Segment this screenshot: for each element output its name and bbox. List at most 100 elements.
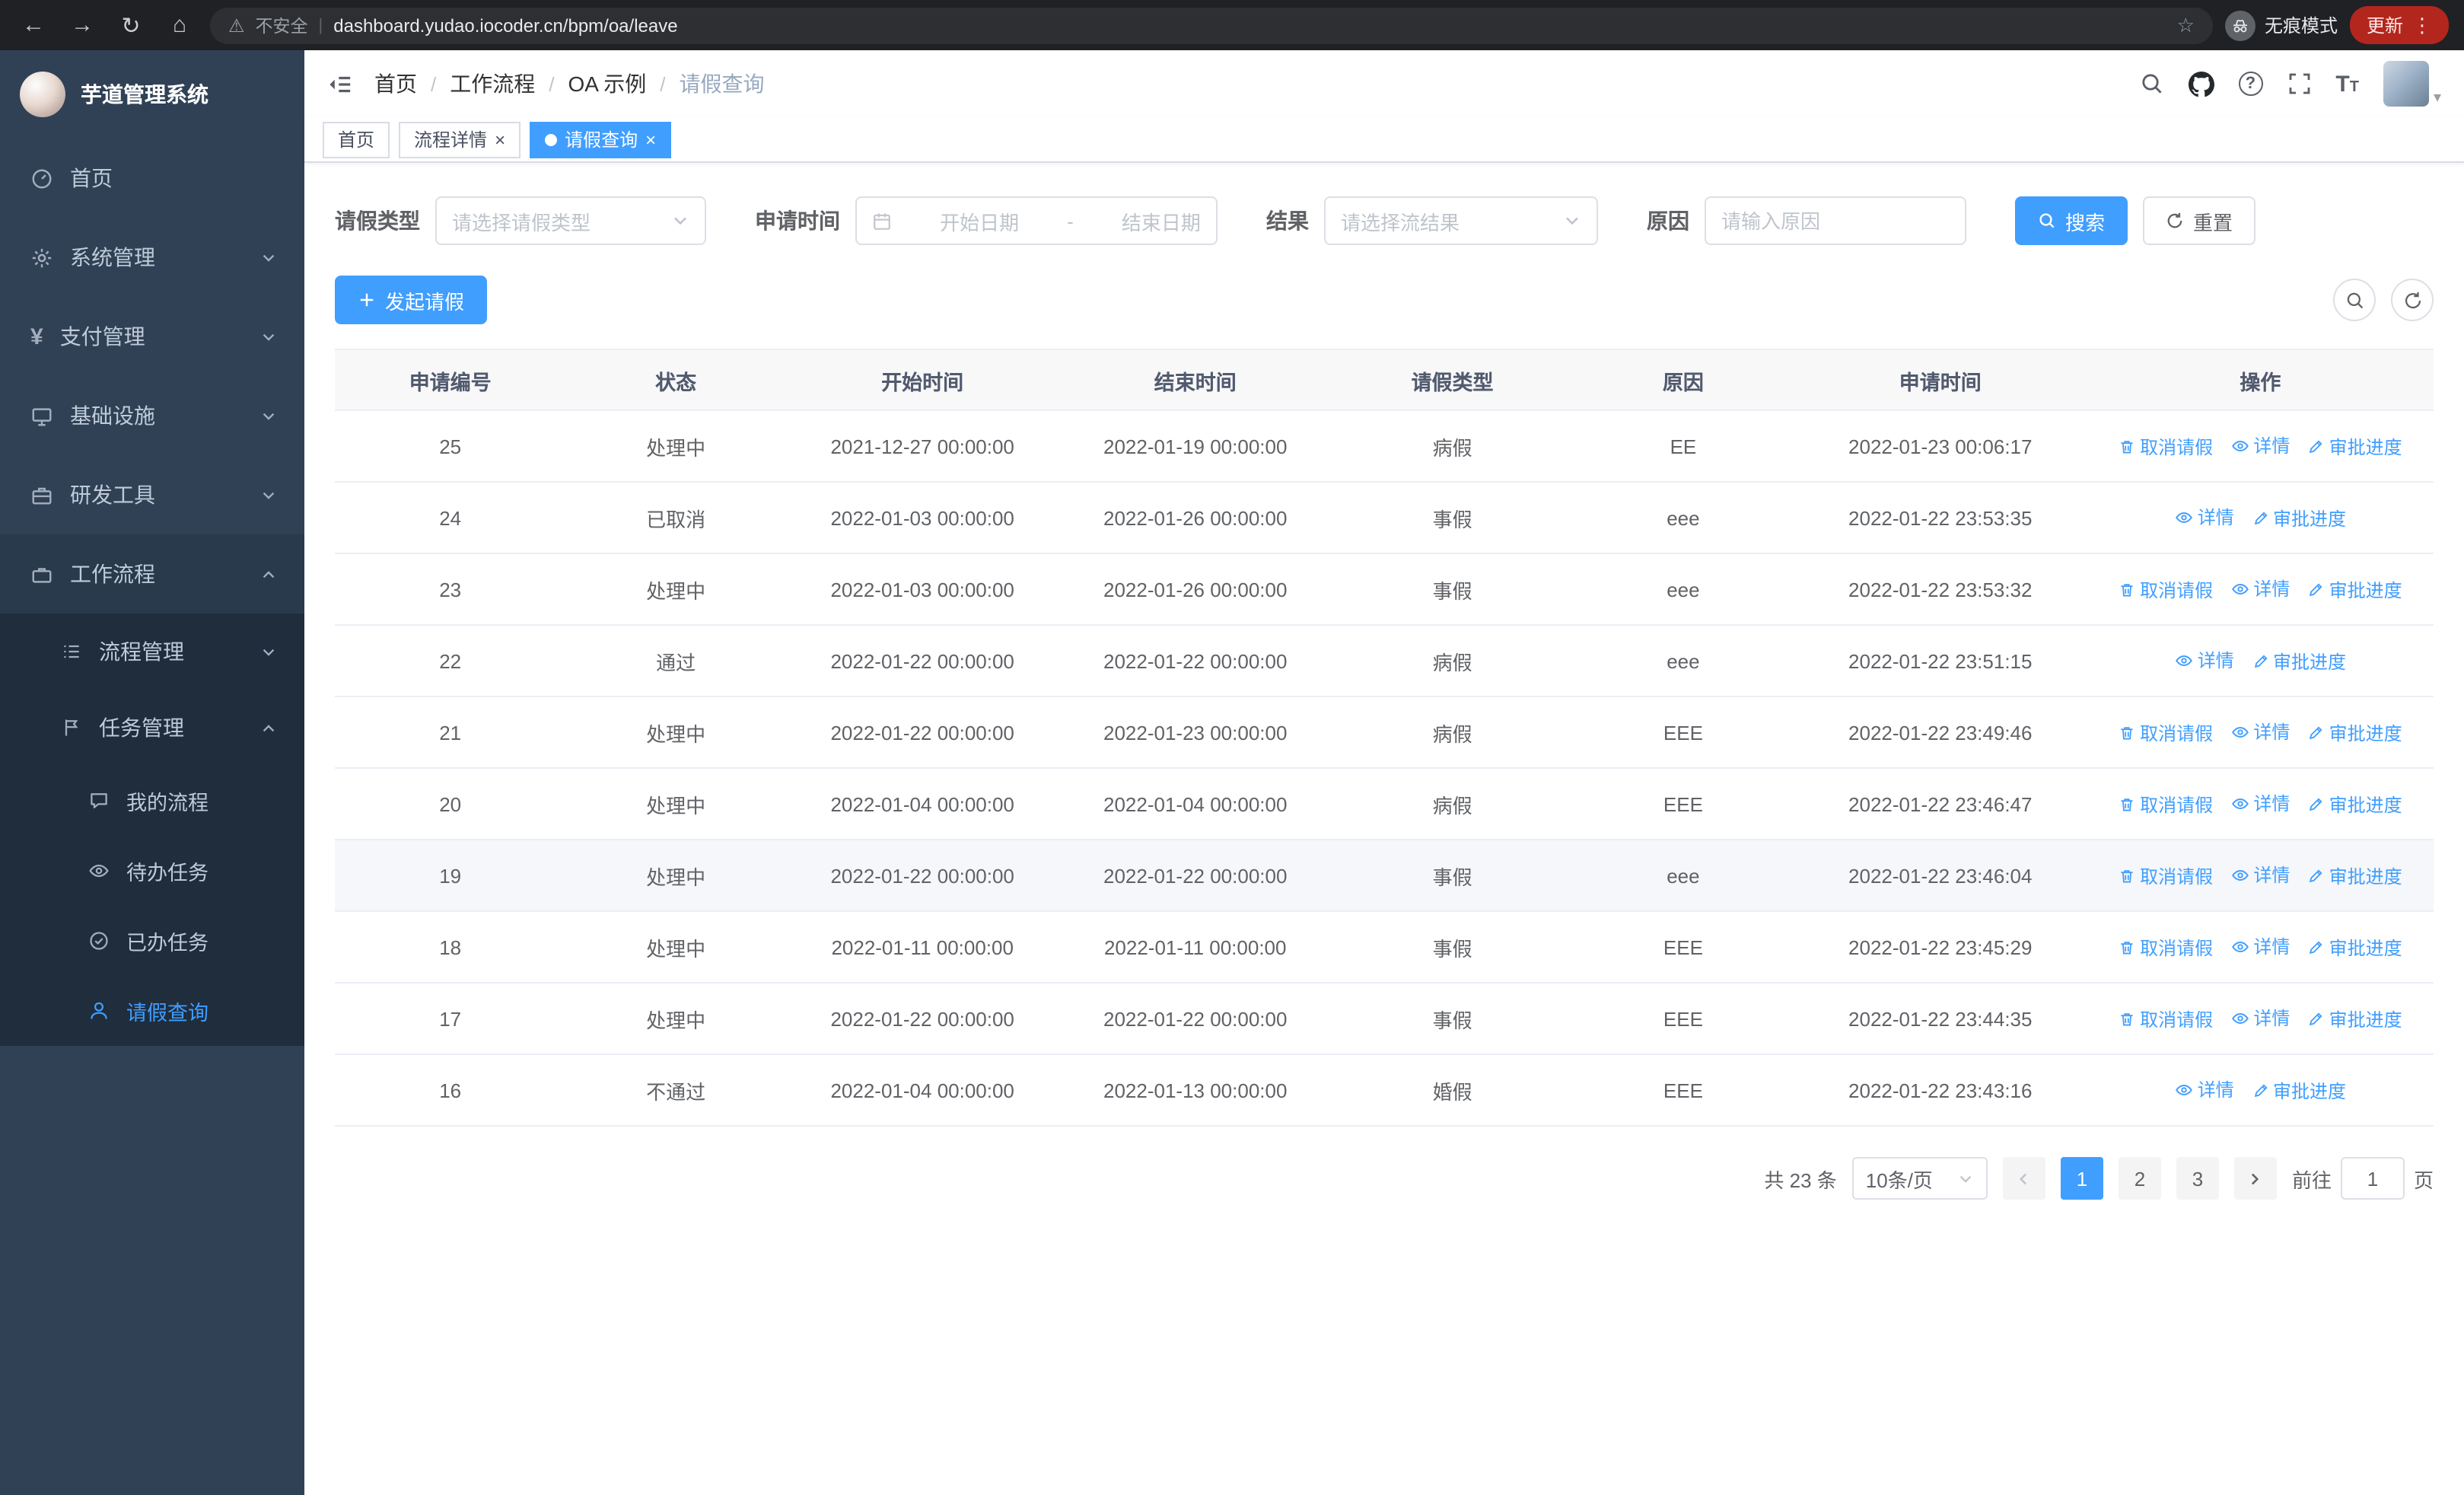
github-icon[interactable] — [2188, 71, 2214, 97]
toggle-search-icon[interactable] — [2333, 279, 2376, 321]
cancel-leave-label: 取消请假 — [2140, 794, 2214, 816]
page-size-select[interactable]: 10条/页 — [1851, 1157, 1988, 1200]
page-button-2[interactable]: 2 — [2118, 1157, 2161, 1200]
table-row: 25 处理中 2021-12-27 00:00:00 2022-01-19 00… — [335, 410, 2434, 483]
cancel-leave-link[interactable]: 取消请假 — [2119, 1006, 2213, 1032]
sidebar-fold-icon[interactable] — [327, 71, 353, 97]
browser-forward-button[interactable]: → — [64, 7, 100, 43]
detail-link[interactable]: 详情 — [2230, 719, 2290, 745]
cancel-leave-link[interactable]: 取消请假 — [2119, 577, 2213, 603]
prev-page-button[interactable] — [2002, 1157, 2045, 1200]
help-icon[interactable] — [2238, 72, 2263, 96]
approval-progress-link[interactable]: 审批进度 — [2308, 434, 2402, 460]
url-text[interactable]: dashboard.yudao.iocoder.cn/bpm/oa/leave — [333, 14, 2166, 36]
sidebar-item-devtools[interactable]: 研发工具 — [0, 455, 304, 534]
not-secure-label[interactable]: 不安全 — [256, 13, 308, 37]
leave-type-label: 请假类型 — [335, 209, 420, 233]
col-header-end: 结束时间 — [1059, 349, 1332, 411]
font-size-icon[interactable] — [2335, 71, 2359, 97]
cell-actions: 详情 审批进度 — [2087, 1054, 2434, 1127]
browser-menu-icon[interactable]: ⋮ — [2412, 13, 2432, 37]
detail-link[interactable]: 详情 — [2230, 862, 2290, 888]
sidebar-item-payment[interactable]: ¥ 支付管理 — [0, 297, 304, 376]
cancel-leave-link[interactable]: 取消请假 — [2119, 863, 2213, 889]
reason-input[interactable] — [1705, 196, 1966, 245]
search-button[interactable]: 搜索 — [2015, 196, 2128, 245]
bookmark-star-icon[interactable]: ☆ — [2177, 13, 2195, 37]
sidebar-item-home[interactable]: 首页 — [0, 139, 304, 218]
detail-link[interactable]: 详情 — [2230, 576, 2290, 602]
result-label: 结果 — [1266, 209, 1309, 233]
detail-link[interactable]: 详情 — [2230, 433, 2290, 459]
user-menu[interactable]: ▾ — [2383, 61, 2441, 107]
search-icon[interactable] — [2139, 72, 2163, 96]
breadcrumb-home[interactable]: 首页 — [374, 69, 417, 99]
date-range-picker[interactable]: 开始日期 - 结束日期 — [855, 196, 1218, 245]
browser-reload-button[interactable]: ↻ — [113, 7, 149, 43]
sidebar-logo[interactable]: 芋道管理系统 — [0, 50, 304, 139]
approval-progress-link[interactable]: 审批进度 — [2308, 863, 2402, 889]
cancel-leave-link[interactable]: 取消请假 — [2119, 935, 2213, 961]
sidebar-item-my-processes[interactable]: 我的流程 — [0, 766, 304, 836]
address-bar[interactable]: ⚠ 不安全 | dashboard.yudao.iocoder.cn/bpm/o… — [210, 7, 2213, 43]
detail-link[interactable]: 详情 — [2175, 505, 2234, 531]
breadcrumb-oa-example[interactable]: OA 示例 — [568, 69, 647, 99]
end-date-placeholder[interactable]: 结束日期 — [1122, 206, 1201, 235]
next-page-button[interactable] — [2233, 1157, 2277, 1200]
refresh-icon[interactable] — [2391, 279, 2434, 321]
cell-type: 事假 — [1332, 911, 1574, 983]
sidebar-item-leave-query[interactable]: 请假查询 — [0, 976, 304, 1046]
detail-link[interactable]: 详情 — [2175, 648, 2234, 674]
detail-link[interactable]: 详情 — [2175, 1077, 2234, 1103]
tag-process-detail[interactable]: 流程详情 × — [399, 121, 521, 158]
page-button-3[interactable]: 3 — [2176, 1157, 2219, 1200]
reset-button[interactable]: 重置 — [2143, 196, 2256, 245]
cancel-leave-link[interactable]: 取消请假 — [2119, 792, 2213, 818]
page-button-1[interactable]: 1 — [2060, 1157, 2103, 1200]
detail-link[interactable]: 详情 — [2230, 934, 2290, 960]
tag-label: 流程详情 — [414, 129, 488, 151]
tag-home[interactable]: 首页 — [323, 121, 390, 158]
browser-home-button[interactable]: ⌂ — [161, 7, 198, 43]
fullscreen-icon[interactable] — [2287, 72, 2311, 96]
close-icon[interactable]: × — [495, 130, 505, 148]
filter-leave-type: 请假类型 请选择请假类型 — [335, 196, 706, 245]
user-icon — [88, 1000, 110, 1022]
detail-link[interactable]: 详情 — [2230, 1006, 2290, 1031]
goto-page-input[interactable] — [2340, 1157, 2405, 1200]
approval-progress-link[interactable]: 审批进度 — [2308, 792, 2402, 818]
result-select[interactable]: 请选择流结果 — [1324, 196, 1598, 245]
sidebar-item-system[interactable]: 系统管理 — [0, 218, 304, 297]
leave-type-select[interactable]: 请选择请假类型 — [435, 196, 706, 245]
sidebar-item-infrastructure[interactable]: 基础设施 — [0, 376, 304, 455]
breadcrumb-workflow[interactable]: 工作流程 — [450, 69, 535, 99]
approval-progress-label: 审批进度 — [2273, 651, 2347, 673]
cancel-leave-link[interactable]: 取消请假 — [2119, 720, 2213, 746]
cell-actions: 取消请假 详情 审批进度 — [2087, 553, 2434, 626]
detail-link[interactable]: 详情 — [2230, 791, 2290, 817]
sidebar-item-process-management[interactable]: 流程管理 — [0, 614, 304, 690]
avatar[interactable] — [2383, 61, 2429, 107]
pagination: 共 23 条 10条/页 1 2 3 前往 1 页 — [329, 1157, 2434, 1200]
cell-status: 处理中 — [565, 553, 786, 626]
approval-progress-link[interactable]: 审批进度 — [2308, 720, 2402, 746]
create-leave-button[interactable]: 发起请假 — [335, 276, 488, 324]
sidebar-item-done-tasks[interactable]: 已办任务 — [0, 906, 304, 976]
tag-leave-query[interactable]: 请假查询 × — [530, 121, 672, 158]
approval-progress-link[interactable]: 审批进度 — [2308, 577, 2402, 603]
approval-progress-link[interactable]: 审批进度 — [2308, 1006, 2402, 1032]
sidebar-item-task-management[interactable]: 任务管理 — [0, 690, 304, 766]
approval-progress-link[interactable]: 审批进度 — [2308, 935, 2402, 961]
sidebar-item-pending-tasks[interactable]: 待办任务 — [0, 836, 304, 906]
cell-id: 20 — [335, 768, 566, 840]
close-icon[interactable]: × — [645, 130, 656, 148]
browser-update-button[interactable]: 更新 ⋮ — [2349, 6, 2449, 44]
start-date-placeholder[interactable]: 开始日期 — [940, 206, 1019, 235]
approval-progress-link[interactable]: 审批进度 — [2252, 505, 2346, 531]
sidebar-item-workflow[interactable]: 工作流程 — [0, 534, 304, 614]
cancel-leave-link[interactable]: 取消请假 — [2119, 434, 2213, 460]
approval-progress-link[interactable]: 审批进度 — [2252, 649, 2346, 674]
toolbar: 发起请假 — [335, 276, 2434, 324]
approval-progress-link[interactable]: 审批进度 — [2252, 1078, 2346, 1104]
browser-back-button[interactable]: ← — [15, 7, 52, 43]
